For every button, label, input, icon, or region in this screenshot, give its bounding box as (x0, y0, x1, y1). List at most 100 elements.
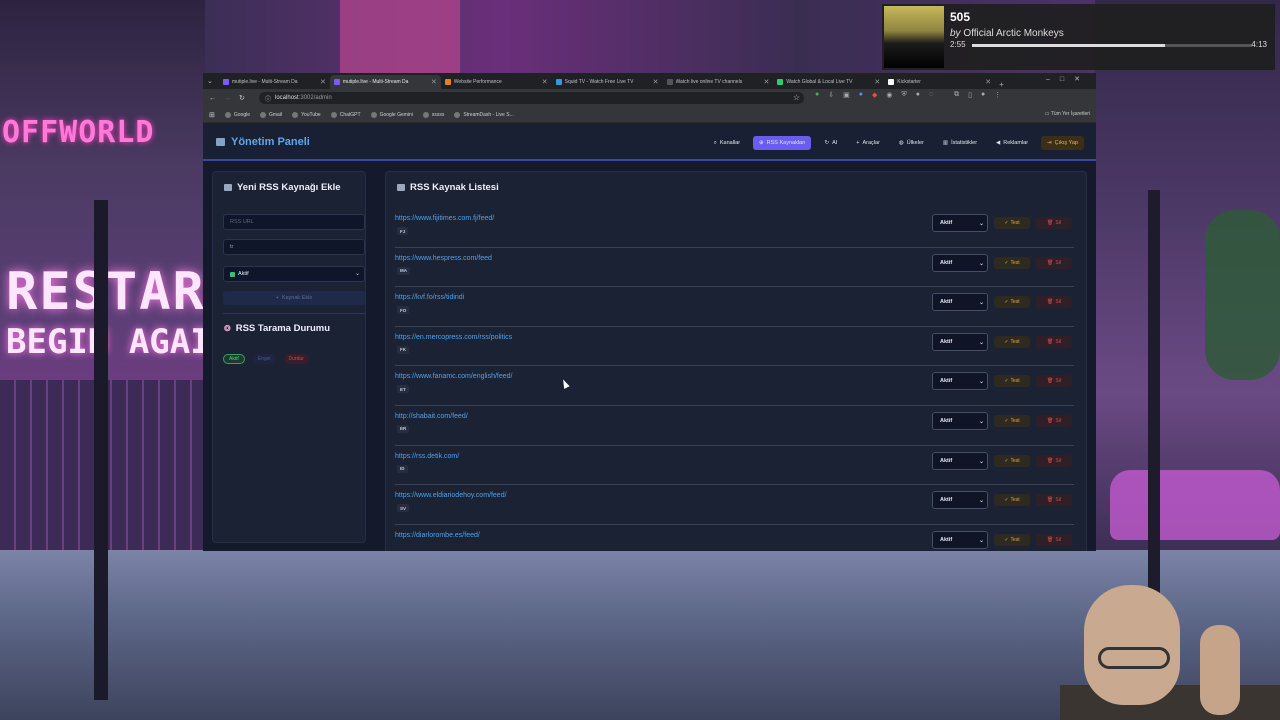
bookmark-item[interactable]: ChatGPT (330, 111, 361, 118)
feed-url-link[interactable]: https://www.hespress.com/feed (395, 255, 492, 262)
bookmark-star-icon[interactable]: ☆ (793, 93, 800, 102)
delete-button[interactable]: 🗑 Sil (1036, 217, 1072, 229)
bookmark-favicon-icon (330, 111, 337, 118)
nav-ülkeler[interactable]: ◍ Ülkeler (893, 136, 930, 150)
url-field[interactable]: ⓘ localhost:3002/admin ☆ (259, 92, 804, 104)
extension-icon[interactable]: ◌ (929, 91, 933, 99)
sidebar-icon[interactable]: ▯ (968, 91, 972, 99)
extension-icon[interactable]: ● (916, 91, 920, 99)
tab-search-icon[interactable]: ⌄ (207, 77, 217, 89)
feed-status-select[interactable]: Aktif ⌄ (932, 253, 988, 272)
bookmark-item[interactable]: sssss (422, 111, 444, 118)
feed-url-link[interactable]: https://diarlorombe.es/feed/ (395, 532, 480, 539)
scan-stop-button[interactable]: Durdur (283, 354, 309, 364)
feed-status-select[interactable]: Aktif ⌄ (932, 214, 988, 232)
close-icon[interactable]: ✕ (874, 78, 880, 86)
test-button[interactable]: ✓ Test (994, 296, 1030, 309)
scan-block-button[interactable]: Engel (252, 354, 276, 364)
delete-button[interactable]: 🗑 Sil (1036, 533, 1072, 546)
site-info-icon[interactable]: ⓘ (265, 94, 271, 103)
nav-ai[interactable]: ↻ AI (818, 136, 843, 150)
country-code-input[interactable]: tr (223, 239, 365, 255)
profile-icon[interactable]: ● (981, 91, 985, 99)
extension-icon[interactable]: ⛨ (901, 91, 906, 99)
nav-reklamlar[interactable]: ◀ Reklamlar (990, 136, 1034, 150)
test-button[interactable]: ✓ Test (994, 494, 1030, 507)
test-button[interactable]: ✓ Test (994, 533, 1030, 546)
extension-icon[interactable]: ▣ (843, 91, 850, 99)
bookmark-item[interactable]: Gmail (260, 111, 282, 118)
delete-button[interactable]: 🗑 Sil (1036, 256, 1072, 269)
extensions-puzzle-icon[interactable]: ⧉ (954, 91, 959, 99)
browser-tab[interactable]: mutiple.live - Multi-Stream Da ✕ (219, 75, 330, 89)
test-button[interactable]: ✓ Test (994, 375, 1030, 388)
extension-icon[interactable]: ◉ (886, 91, 892, 99)
add-feed-button[interactable]: + Kaynak Ekle (223, 291, 365, 305)
browser-tab[interactable]: Watch live online TV channels ✕ (663, 75, 774, 89)
close-icon[interactable]: ✕ (431, 78, 437, 86)
status-label: Aktif (940, 220, 953, 226)
bookmark-item[interactable]: YouTube (292, 111, 321, 118)
nav-rss-kaynakları[interactable]: ⊕ RSS Kaynakları (753, 136, 812, 150)
apps-icon[interactable]: ⊞ (209, 111, 215, 119)
delete-button[interactable]: 🗑 Sil (1036, 296, 1072, 309)
bookmark-item[interactable]: StreamDash - Live S... (454, 111, 514, 118)
browser-tab[interactable]: Website Performance ✕ (441, 75, 552, 89)
feed-url-link[interactable]: https://www.eldiariodehoy.com/feed/ (395, 492, 507, 499)
nav-kanallar[interactable]: ⌕ Kanallar (708, 136, 746, 150)
feed-url-link[interactable]: https://www.fijitimes.com.fj/feed/ (395, 215, 494, 222)
close-icon[interactable]: ✕ (653, 78, 659, 86)
download-icon[interactable]: ⇩ (828, 91, 834, 99)
window-controls[interactable]: –□✕ (1046, 75, 1090, 83)
feed-status-select[interactable]: Aktif ⌄ (932, 530, 988, 549)
test-button[interactable]: ✓ Test (994, 256, 1030, 269)
rss-url-input[interactable]: RSS URL (223, 214, 365, 230)
close-icon[interactable]: ✕ (320, 78, 326, 86)
close-icon[interactable]: ✕ (764, 78, 770, 86)
all-bookmarks-folder[interactable]: ▭ Tüm Yer İşaretleri (1045, 111, 1090, 117)
extension-icon[interactable]: ● (859, 91, 863, 99)
feed-url-link[interactable]: https://www.fanamc.com/english/feed/ (395, 373, 513, 380)
nav-i-statistikler[interactable]: ▥ İstatistikler (937, 136, 983, 150)
new-tab-button[interactable]: + (999, 80, 1004, 89)
nav-çıkış-yap[interactable]: ⇥ Çıkış Yap (1041, 136, 1084, 150)
feed-status-select[interactable]: Aktif ⌄ (932, 411, 988, 430)
country-badge: ET (397, 385, 409, 394)
delete-button[interactable]: 🗑 Sil (1036, 454, 1072, 467)
status-select[interactable]: Aktif ⌄ (223, 266, 365, 282)
close-icon[interactable]: ✕ (542, 78, 548, 86)
bookmark-item[interactable]: Google Gemini (370, 111, 413, 118)
browser-tab[interactable]: mutiple.live - Multi-Stream Da ✕ (329, 75, 441, 89)
feed-url-link[interactable]: https://kvf.fo/rss/tidindi (395, 294, 464, 301)
scan-active-button[interactable]: Aktif (223, 354, 245, 364)
bookmark-item[interactable]: Google (224, 111, 250, 118)
browser-tab[interactable]: Kickstarter ✕ (884, 75, 995, 89)
extension-icon[interactable]: ● (815, 91, 819, 99)
menu-icon[interactable]: ⋮ (994, 91, 1001, 99)
extension-icon[interactable]: ◆ (872, 91, 877, 99)
delete-button[interactable]: 🗑 Sil (1036, 414, 1072, 427)
back-icon[interactable]: ← (209, 95, 216, 102)
feed-status-select[interactable]: Aktif ⌄ (932, 332, 988, 351)
feed-url-link[interactable]: http://shabait.com/feed/ (395, 413, 468, 420)
delete-button[interactable]: 🗑 Sil (1036, 375, 1072, 388)
nav-araçlar[interactable]: + Araçlar (850, 136, 886, 150)
feed-status-select[interactable]: Aktif ⌄ (932, 451, 988, 470)
feed-status-select[interactable]: Aktif ⌄ (932, 293, 988, 312)
test-button[interactable]: ✓ Test (994, 217, 1030, 229)
close-icon[interactable]: ✕ (985, 78, 991, 86)
delete-button[interactable]: 🗑 Sil (1036, 335, 1072, 348)
browser-tab[interactable]: Watch Global & Local Live TV ✕ (773, 75, 884, 89)
browser-tab[interactable]: Squid TV - Watch Free Live TV ✕ (552, 75, 663, 89)
feed-url-link[interactable]: https://en.mercopress.com/rss/politics (395, 334, 512, 341)
brand[interactable]: Yönetim Paneli (216, 136, 310, 148)
forward-icon[interactable]: → (224, 95, 231, 102)
feed-status-select[interactable]: Aktif ⌄ (932, 491, 988, 510)
test-button[interactable]: ✓ Test (994, 414, 1030, 427)
reload-icon[interactable]: ↻ (239, 94, 245, 102)
feed-url-link[interactable]: https://rss.detik.com/ (395, 453, 459, 460)
test-button[interactable]: ✓ Test (994, 335, 1030, 348)
test-button[interactable]: ✓ Test (994, 454, 1030, 467)
delete-button[interactable]: 🗑 Sil (1036, 494, 1072, 507)
feed-status-select[interactable]: Aktif ⌄ (932, 372, 988, 391)
